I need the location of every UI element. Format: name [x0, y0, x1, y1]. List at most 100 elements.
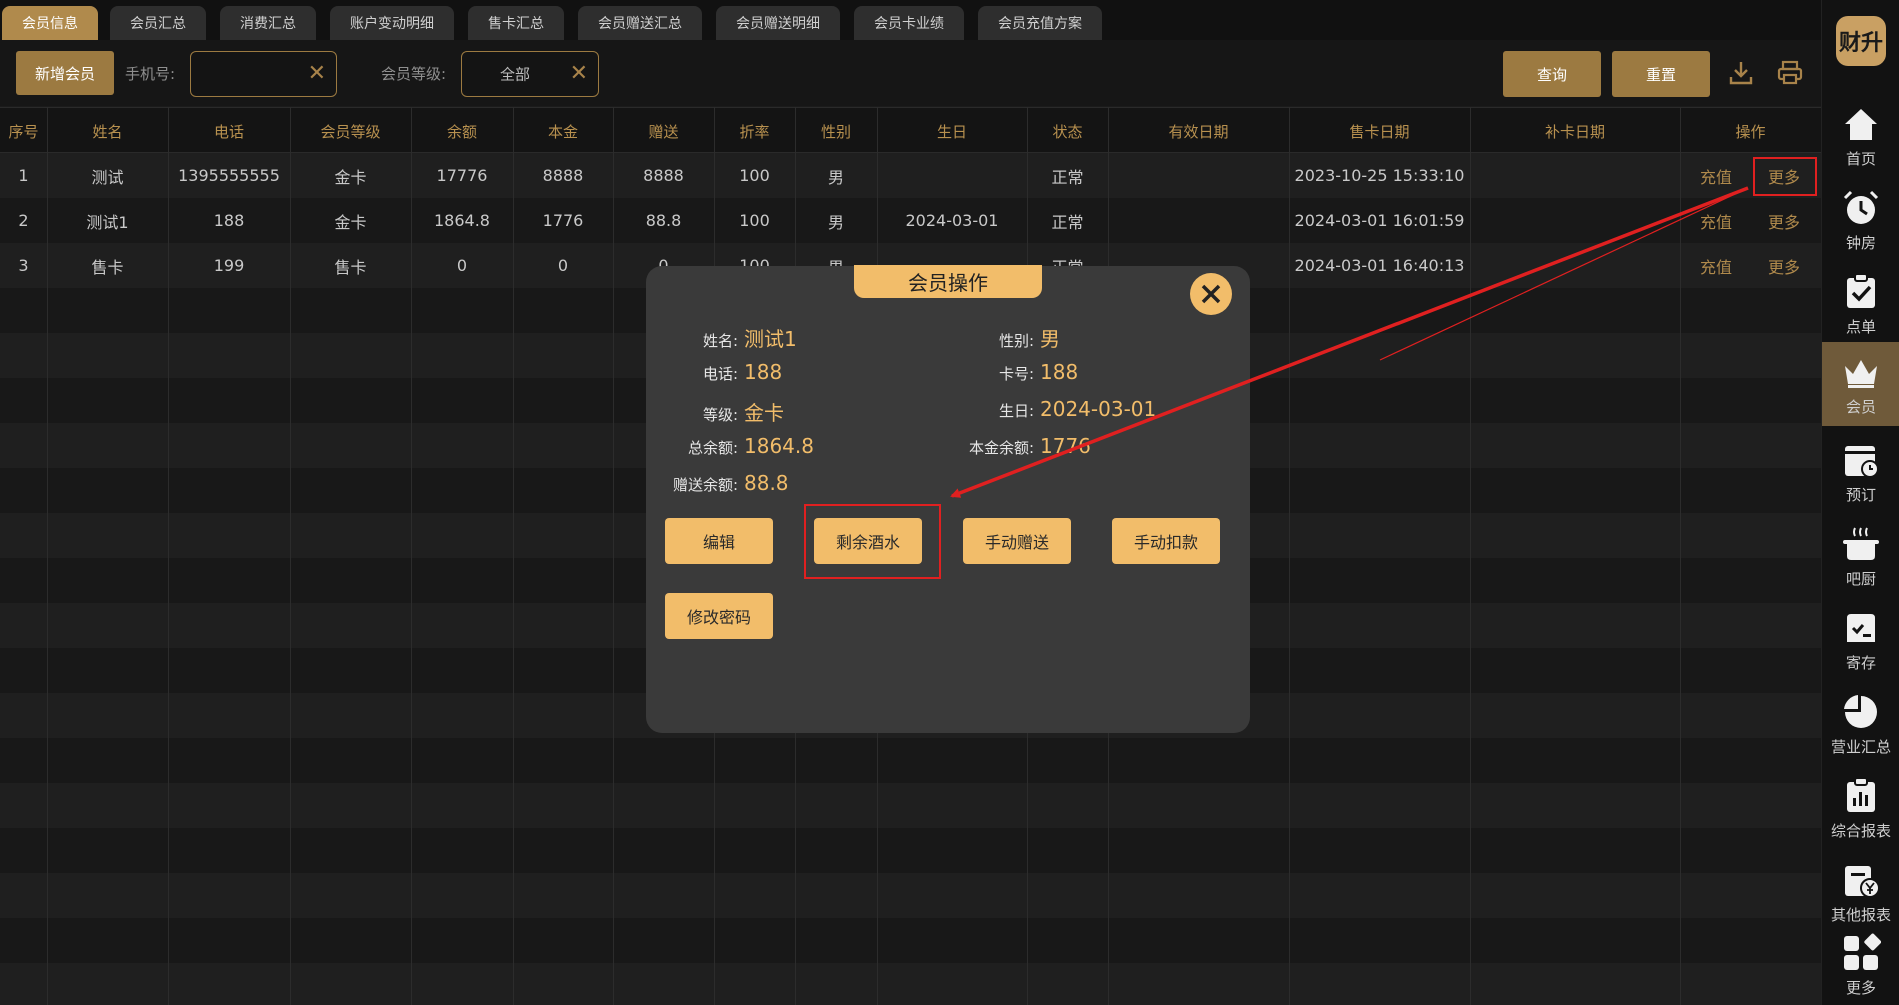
recharge-link[interactable]: 充值	[1690, 243, 1742, 288]
clear-level-icon[interactable]: ✕	[570, 63, 588, 85]
cell-col-balance: 1864.8	[434, 211, 490, 230]
query-button[interactable]: 查询	[1503, 51, 1601, 97]
clear-phone-icon[interactable]: ✕	[308, 63, 326, 85]
cell-col-name: 售卡	[91, 257, 124, 277]
close-button[interactable]	[1190, 273, 1232, 315]
nav-storage-label: 寄存	[1845, 653, 1876, 672]
header-col-index: 序号	[8, 122, 39, 141]
edit-button[interactable]: 编辑	[665, 518, 773, 564]
phone-input[interactable]: ✕	[190, 51, 337, 97]
cell-col-gift: 8888	[643, 166, 684, 185]
reset-button[interactable]: 重置	[1612, 51, 1710, 97]
tab-member-summary[interactable]: 会员汇总	[110, 6, 206, 40]
info-principal-key: 本金余额:	[968, 439, 1034, 457]
cell-col-reissue-date	[1470, 153, 1680, 198]
close-icon	[1201, 284, 1221, 304]
more-link[interactable]: 更多	[1758, 243, 1810, 288]
nav-other-reports[interactable]: 其他报表	[1822, 850, 1899, 934]
header-col-discount: 折率	[739, 122, 770, 141]
tab-recharge-plans[interactable]: 会员充值方案	[978, 6, 1102, 40]
manual-gift-button[interactable]: 手动赠送	[963, 518, 1071, 564]
info-total-key: 总余额:	[687, 439, 738, 457]
app-logo: 财升	[1836, 16, 1886, 66]
tab-gift-details[interactable]: 会员赠送明细	[716, 6, 840, 40]
table-row-background	[0, 783, 1821, 828]
cell-col-birthday: 2024-03-01	[905, 211, 999, 230]
info-level-key: 等级:	[702, 406, 738, 424]
info-birthday-value: 2024-03-01	[1040, 397, 1157, 421]
nav-comprehensive-report[interactable]: 综合报表	[1822, 766, 1899, 850]
download-icon[interactable]	[1727, 59, 1755, 87]
level-select[interactable]: 全部 ✕	[461, 51, 599, 97]
recharge-link[interactable]: 充值	[1690, 153, 1742, 198]
remaining-drinks-highlight-box	[804, 504, 941, 579]
cell-col-reissue-date	[1470, 198, 1680, 243]
nav-booking[interactable]: 预订	[1822, 430, 1899, 514]
cell-col-principal: 0	[557, 256, 569, 275]
nav-storage[interactable]: 寄存	[1822, 598, 1899, 682]
nav-member[interactable]: 会员	[1822, 342, 1899, 426]
cell-col-level: 售卡	[334, 257, 367, 277]
info-birthday-key: 生日:	[998, 402, 1034, 420]
nav-more-label: 更多	[1845, 978, 1876, 997]
tab-card-sales-summary[interactable]: 售卡汇总	[468, 6, 564, 40]
nav-business-summary[interactable]: 营业汇总	[1822, 682, 1899, 766]
cell-col-sale-date: 2024-03-01 16:01:59	[1294, 211, 1465, 230]
more-link[interactable]: 更多	[1758, 198, 1810, 243]
info-total-balance: 总余额: 1864.8	[646, 434, 814, 458]
cell-col-index: 1	[18, 166, 29, 185]
storage-icon	[1847, 613, 1875, 642]
info-level: 等级: 金卡	[646, 397, 784, 426]
cell-col-principal: 1776	[542, 211, 584, 230]
add-member-button[interactable]: 新增会员	[16, 51, 114, 95]
printer-icon[interactable]	[1776, 59, 1804, 87]
info-card-number: 卡号: 188	[942, 360, 1078, 384]
info-gender-value: 男	[1040, 327, 1060, 351]
cell-col-reissue-date	[1470, 243, 1680, 288]
recharge-link[interactable]: 充值	[1690, 198, 1742, 243]
yuan-report-icon	[1845, 865, 1880, 898]
level-select-value: 全部	[499, 65, 530, 84]
info-total-value: 1864.8	[744, 434, 814, 458]
manual-deduct-button[interactable]: 手动扣款	[1112, 518, 1220, 564]
tab-consumption-summary[interactable]: 消费汇总	[220, 6, 316, 40]
calendar-clock-icon	[1845, 445, 1879, 478]
nav-kitchen[interactable]: 吧厨	[1822, 514, 1899, 598]
header-col-reissue-date: 补卡日期	[1544, 122, 1605, 141]
cell-col-balance: 17776	[436, 166, 488, 185]
toolbar: 新增会员 手机号: ✕ 会员等级: 全部 ✕ 查询 重置	[0, 40, 1821, 106]
cell-col-phone: 188	[213, 211, 245, 230]
clipboard-check-icon	[1847, 272, 1875, 308]
nav-home[interactable]: 首页	[1822, 94, 1899, 178]
info-card-value: 188	[1040, 360, 1079, 384]
tab-gift-summary[interactable]: 会员赠送汇总	[578, 6, 702, 40]
nav-clock-room[interactable]: 钟房	[1822, 178, 1899, 262]
info-card-key: 卡号:	[998, 365, 1034, 383]
info-gift-key: 赠送余额:	[672, 476, 738, 494]
nav-more[interactable]: 更多	[1822, 926, 1899, 1004]
nav-other-reports-label: 其他报表	[1830, 905, 1891, 924]
column-divider	[1680, 107, 1681, 1005]
nav-home-label: 首页	[1845, 149, 1876, 168]
cell-col-discount: 100	[739, 211, 770, 230]
cell-col-gender: 男	[827, 167, 844, 187]
tab-card-performance[interactable]: 会员卡业绩	[854, 6, 964, 40]
header-col-valid-date: 有效日期	[1168, 122, 1229, 141]
more-highlight-box	[1753, 157, 1817, 196]
tab-bar: 会员信息 会员汇总 消费汇总 账户变动明细 售卡汇总 会员赠送汇总 会员赠送明细…	[0, 0, 1821, 40]
tab-member-info[interactable]: 会员信息	[2, 6, 98, 40]
nav-order[interactable]: 点单	[1822, 262, 1899, 346]
cell-col-birthday	[877, 153, 1027, 198]
header-col-sale-date: 售卡日期	[1349, 122, 1410, 141]
nav-booking-label: 预订	[1845, 485, 1876, 504]
tab-account-changes[interactable]: 账户变动明细	[330, 6, 454, 40]
header-col-actions: 操作	[1735, 122, 1766, 141]
cell-col-status: 正常	[1051, 167, 1084, 187]
change-password-button[interactable]: 修改密码	[665, 593, 773, 639]
cell-col-valid-date	[1108, 153, 1289, 198]
info-phone-value: 188	[744, 360, 783, 384]
info-phone-key: 电话:	[702, 365, 738, 383]
info-phone: 电话: 188	[646, 360, 782, 384]
header-col-gift: 赠送	[648, 122, 679, 141]
cooking-pot-icon	[1843, 527, 1879, 560]
